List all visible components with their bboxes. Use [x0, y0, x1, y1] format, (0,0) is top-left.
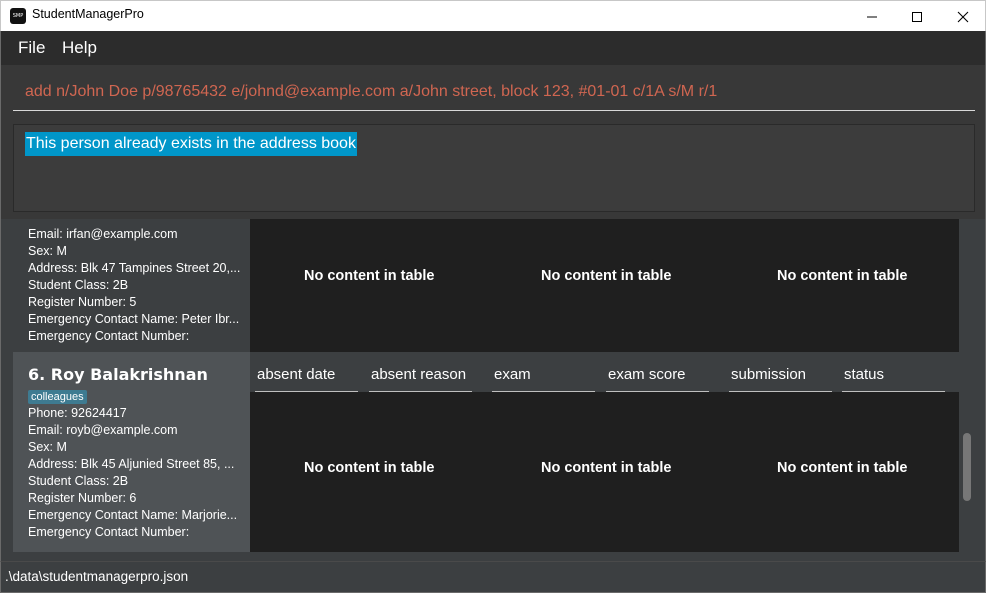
emergency-contact-number-label: Emergency Contact Number: [28, 329, 190, 343]
sex-label: Sex: M [28, 440, 67, 454]
title-bar: SMP StudentManagerPro [0, 0, 986, 31]
person-card[interactable]: Email: irfan@example.com Sex: M Address:… [13, 219, 959, 352]
person-info: Email: irfan@example.com Sex: M Address:… [13, 219, 250, 352]
column-absent-reason[interactable]: absent reason [369, 364, 472, 392]
sex-label: Sex: M [28, 244, 67, 258]
attendance-table-empty: No content in table [304, 268, 435, 284]
vertical-scrollbar[interactable] [959, 229, 975, 551]
column-exam[interactable]: exam [492, 364, 595, 392]
maximize-icon [912, 11, 922, 22]
submission-table-empty: No content in table [777, 268, 908, 284]
maximize-button[interactable] [894, 1, 940, 32]
minimize-button[interactable] [849, 1, 895, 32]
phone-label: Phone: 92624417 [28, 406, 127, 420]
register-number-label: Register Number: 6 [28, 491, 137, 505]
student-class-label: Student Class: 2B [28, 474, 129, 488]
close-button[interactable] [940, 1, 986, 32]
register-number-label: Register Number: 5 [28, 295, 137, 309]
exam-table-empty: No content in table [541, 268, 672, 284]
column-submission[interactable]: submission [729, 364, 832, 392]
emergency-contact-name-label: Emergency Contact Name: Peter Ibr... [28, 312, 240, 326]
person-name: 6. Roy Balakrishnan [28, 365, 208, 384]
person-info: 6. Roy Balakrishnan colleagues Phone: 92… [13, 352, 250, 552]
person-tables: No content in table No content in table … [250, 219, 959, 352]
command-input[interactable]: add n/John Doe p/98765432 e/johnd@exampl… [13, 77, 975, 111]
menu-bar: File Help [0, 31, 986, 65]
email-label: Email: royb@example.com [28, 423, 178, 437]
address-label: Address: Blk 47 Tampines Street 20,... [28, 261, 241, 275]
minimize-icon [867, 16, 877, 17]
submission-table-empty: No content in table [777, 460, 908, 476]
emergency-contact-name-label: Emergency Contact Name: Marjorie... [28, 508, 238, 522]
app-logo-icon: SMP [10, 8, 26, 24]
result-display[interactable]: This person already exists in the addres… [13, 124, 975, 212]
student-class-label: Student Class: 2B [28, 278, 129, 292]
table-header-row: absent date absent reason exam exam scor… [250, 352, 959, 392]
person-tables: absent date absent reason exam exam scor… [250, 352, 959, 552]
close-icon [957, 11, 969, 22]
save-location-path: .\data\studentmanagerpro.json [5, 569, 189, 584]
window-title: StudentManagerPro [32, 7, 144, 21]
command-box-area: add n/John Doe p/98765432 e/johnd@exampl… [0, 65, 986, 117]
address-label: Address: Blk 45 Aljunied Street 85, ... [28, 457, 235, 471]
person-card[interactable]: 6. Roy Balakrishnan colleagues Phone: 92… [13, 352, 959, 552]
menu-file[interactable]: File [18, 38, 45, 58]
menu-help[interactable]: Help [62, 38, 97, 58]
person-list[interactable]: Email: irfan@example.com Sex: M Address:… [0, 219, 986, 561]
emergency-contact-number-label: Emergency Contact Number: [28, 525, 190, 539]
tag-badge: colleagues [28, 390, 87, 404]
column-status[interactable]: status [842, 364, 945, 392]
column-exam-score[interactable]: exam score [606, 364, 709, 392]
result-display-area: This person already exists in the addres… [0, 117, 986, 219]
exam-table-empty: No content in table [541, 460, 672, 476]
result-message: This person already exists in the addres… [25, 132, 357, 156]
attendance-table-empty: No content in table [304, 460, 435, 476]
column-absent-date[interactable]: absent date [255, 364, 358, 392]
email-label: Email: irfan@example.com [28, 227, 178, 241]
scrollbar-thumb[interactable] [963, 433, 971, 501]
status-bar: .\data\studentmanagerpro.json [0, 561, 986, 593]
